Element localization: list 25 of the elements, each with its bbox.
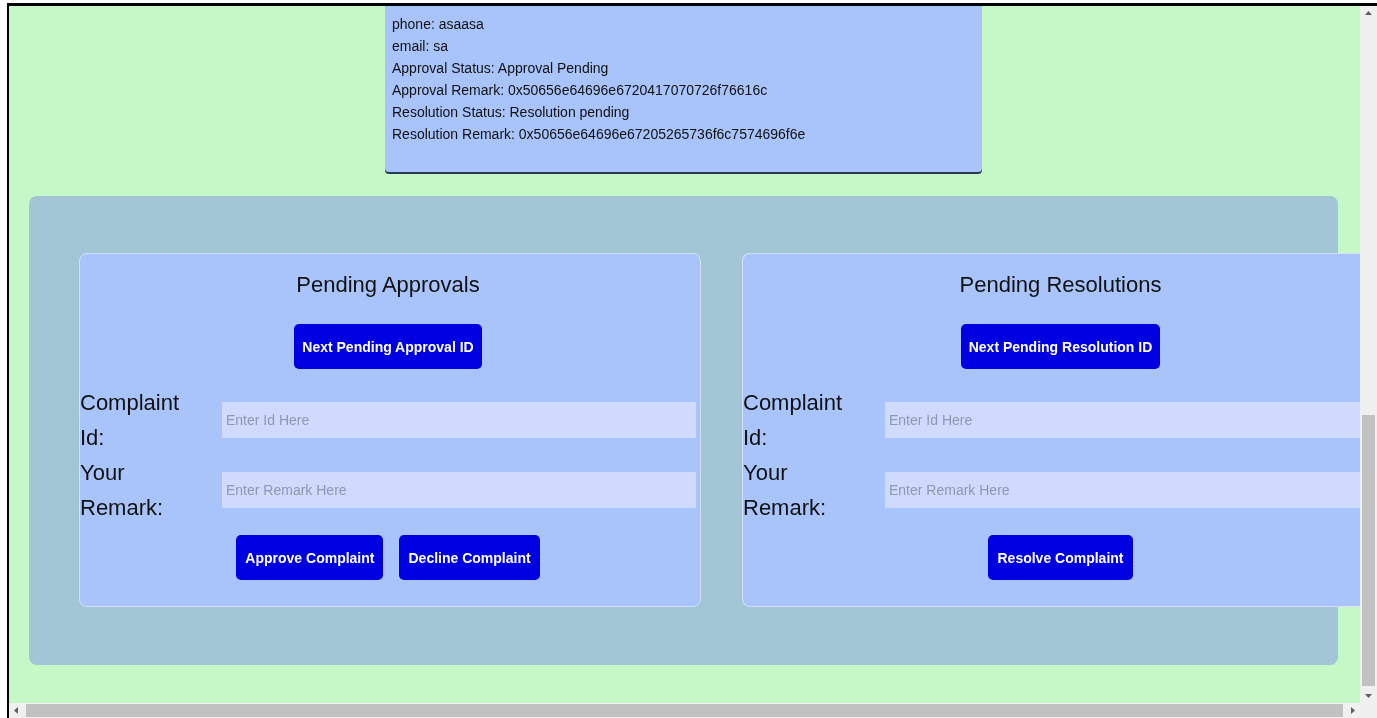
record-line: Resolution Status: Resolution pending [392,103,631,122]
scroll-thumb[interactable] [1362,415,1375,686]
card-title: Pending Resolutions [958,272,1163,298]
card-title: Pending Approvals [295,272,481,298]
record-line: Approval Status: Approval Pending [392,59,610,78]
record-line: Approval Remark: 0x50656e64696e6720417070726f76616c [392,81,769,100]
record-line: phone: asaasa [392,15,485,34]
action-button[interactable]: Decline Complaint [399,535,540,580]
horizontal-scrollbar[interactable] [9,703,1377,718]
vertical-scrollbar[interactable] [1360,6,1377,703]
next-id-button[interactable]: Next Pending Approval ID [294,324,482,369]
record-line: Resolution Remark: 0x50656e64696e67205265736f6c7574696f6e [392,125,807,144]
next-id-button[interactable]: Next Pending Resolution ID [960,324,1161,369]
input-field[interactable]: Enter Id Here [885,402,1360,438]
field-label: Complaint Id: [743,389,844,452]
field-label: Your Remark: [80,459,165,522]
scroll-thumb[interactable] [26,704,1343,717]
record-line: email: sa [392,37,450,56]
input-field[interactable]: Enter Id Here [222,402,696,438]
action-button[interactable]: Resolve Complaint [988,535,1133,580]
action-button[interactable]: Approve Complaint [236,535,384,580]
input-field[interactable]: Enter Remark Here [885,472,1360,508]
input-field[interactable]: Enter Remark Here [222,472,696,508]
field-label: Your Remark: [743,459,828,522]
field-label: Complaint Id: [80,389,181,452]
